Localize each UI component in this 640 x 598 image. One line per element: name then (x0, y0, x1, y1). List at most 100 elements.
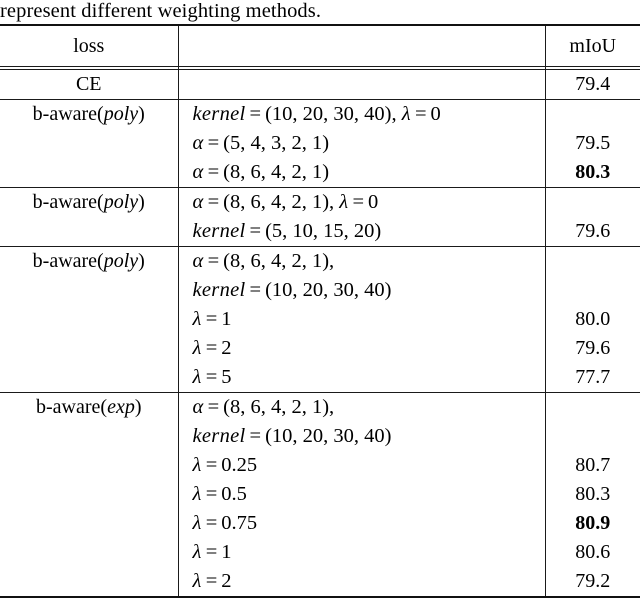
math-equals: = (246, 220, 266, 242)
math-lambda-value: 0.75 (221, 512, 257, 534)
math-lambda: λ (193, 541, 202, 563)
math-lambda-value: 5 (221, 366, 231, 388)
results-table-container: loss mIoU CE (0, 24, 640, 598)
config-line: α=(8, 6, 4, 2, 1) (179, 158, 545, 187)
miou-value (546, 188, 640, 217)
cell-miou: 79.5 80.3 (545, 100, 640, 188)
miou-value: 80.0 (546, 305, 640, 334)
miou-value (546, 100, 640, 129)
math-args: (8, 6, 4, 2, 1), (223, 396, 334, 418)
miou-value (546, 393, 640, 422)
miou-value: 79.6 (546, 334, 640, 363)
math-lambda-value: 1 (221, 541, 231, 563)
math-args: (8, 6, 4, 2, 1) (223, 161, 329, 183)
math-lambda: λ (193, 570, 202, 592)
math-equals: = (202, 337, 222, 359)
loss-label-variant: exp (107, 396, 135, 418)
cell-miou: 80.0 79.6 77.7 (545, 247, 640, 393)
math-args: (8, 6, 4, 2, 1), (223, 191, 334, 213)
miou-value: 80.7 (546, 451, 640, 480)
math-alpha: α (193, 132, 204, 154)
math-function: kernel (193, 103, 246, 125)
math-equals: = (348, 191, 368, 213)
loss-label: b-aware(exp) (0, 393, 178, 422)
loss-label-tail: ) (138, 103, 145, 125)
math-args: (10, 20, 30, 40) (265, 279, 391, 301)
cell-loss: b-aware(poly) (0, 247, 178, 393)
table-header-row: loss mIoU (0, 25, 640, 67)
config-line (179, 70, 545, 99)
math-equals: = (204, 161, 224, 183)
config-line: λ=1 (179, 305, 545, 334)
math-lambda-value: 2 (221, 337, 231, 359)
miou-value (546, 422, 640, 451)
config-line: kernel=(10, 20, 30, 40), λ=0 (179, 100, 545, 129)
results-table: loss mIoU CE (0, 24, 640, 598)
math-lambda-value: 0 (368, 191, 378, 213)
miou-value: 79.6 (546, 217, 640, 246)
column-header-miou: mIoU (545, 25, 640, 67)
math-lambda: λ (193, 483, 202, 505)
loss-label-base: b-aware( (33, 103, 104, 125)
loss-label-base: b-aware( (33, 191, 104, 213)
config-line: λ=0.25 (179, 451, 545, 480)
math-lambda-value: 0.25 (221, 454, 257, 476)
math-equals: = (202, 308, 222, 330)
math-equals: = (202, 570, 222, 592)
config-line: α=(8, 6, 4, 2, 1), λ=0 (179, 188, 545, 217)
math-alpha: α (193, 250, 204, 272)
cell-config: α=(8, 6, 4, 2, 1), λ=0 kernel=(5, 10, 15… (178, 188, 545, 247)
math-equals: = (202, 512, 222, 534)
miou-value: 77.7 (546, 363, 640, 392)
math-equals: = (246, 425, 266, 447)
miou-value: 80.6 (546, 538, 640, 567)
table-figure-page: represent different weighting methods. l… (0, 0, 640, 586)
column-header-config (178, 25, 545, 67)
config-line: kernel=(5, 10, 15, 20) (179, 217, 545, 246)
math-lambda: λ (402, 103, 411, 125)
table-row: b-aware(poly) kernel=(10, 20, 30, 40), λ… (0, 100, 640, 188)
config-line: λ=0.75 (179, 509, 545, 538)
math-function: kernel (193, 279, 246, 301)
config-line: λ=5 (179, 363, 545, 392)
math-lambda-value: 1 (221, 308, 231, 330)
miou-value: 79.4 (546, 70, 640, 99)
loss-label-tail: ) (135, 396, 142, 418)
cell-config (178, 70, 545, 100)
cell-loss: CE (0, 70, 178, 100)
table-row: CE 79.4 (0, 70, 640, 100)
math-alpha: α (193, 191, 204, 213)
miou-value (546, 276, 640, 305)
math-args: (10, 20, 30, 40), (265, 103, 397, 125)
loss-label-variant: poly (104, 103, 138, 125)
math-equals: = (204, 396, 224, 418)
config-line: α=(8, 6, 4, 2, 1), (179, 247, 545, 276)
miou-value-best: 80.3 (546, 158, 640, 187)
loss-label: b-aware(poly) (0, 188, 178, 217)
loss-label-base: b-aware( (36, 396, 107, 418)
math-args: (8, 6, 4, 2, 1), (223, 250, 334, 272)
miou-value: 80.3 (546, 480, 640, 509)
table-row: b-aware(poly) α=(8, 6, 4, 2, 1), λ=0 ker… (0, 188, 640, 247)
loss-label-base: b-aware( (33, 250, 104, 272)
math-alpha: α (193, 396, 204, 418)
math-equals: = (202, 366, 222, 388)
math-equals: = (202, 454, 222, 476)
cell-config: kernel=(10, 20, 30, 40), λ=0 α=(5, 4, 3,… (178, 100, 545, 188)
math-lambda-value: 2 (221, 570, 231, 592)
math-lambda: λ (193, 308, 202, 330)
math-equals: = (202, 541, 222, 563)
loss-label-tail: ) (138, 191, 145, 213)
loss-label-tail: ) (138, 250, 145, 272)
math-lambda: λ (193, 454, 202, 476)
cell-config: α=(8, 6, 4, 2, 1), kernel=(10, 20, 30, 4… (178, 393, 545, 598)
math-lambda-value: 0.5 (221, 483, 247, 505)
config-line: λ=2 (179, 567, 545, 596)
table-body: CE 79.4 b-aware(poly) kernel=(10, (0, 67, 640, 598)
figure-caption: represent different weighting methods. (0, 0, 640, 23)
math-equals: = (204, 132, 224, 154)
math-args: (5, 10, 15, 20) (265, 220, 381, 242)
miou-value: 79.5 (546, 129, 640, 158)
math-equals: = (246, 279, 266, 301)
table-header: loss mIoU (0, 25, 640, 67)
